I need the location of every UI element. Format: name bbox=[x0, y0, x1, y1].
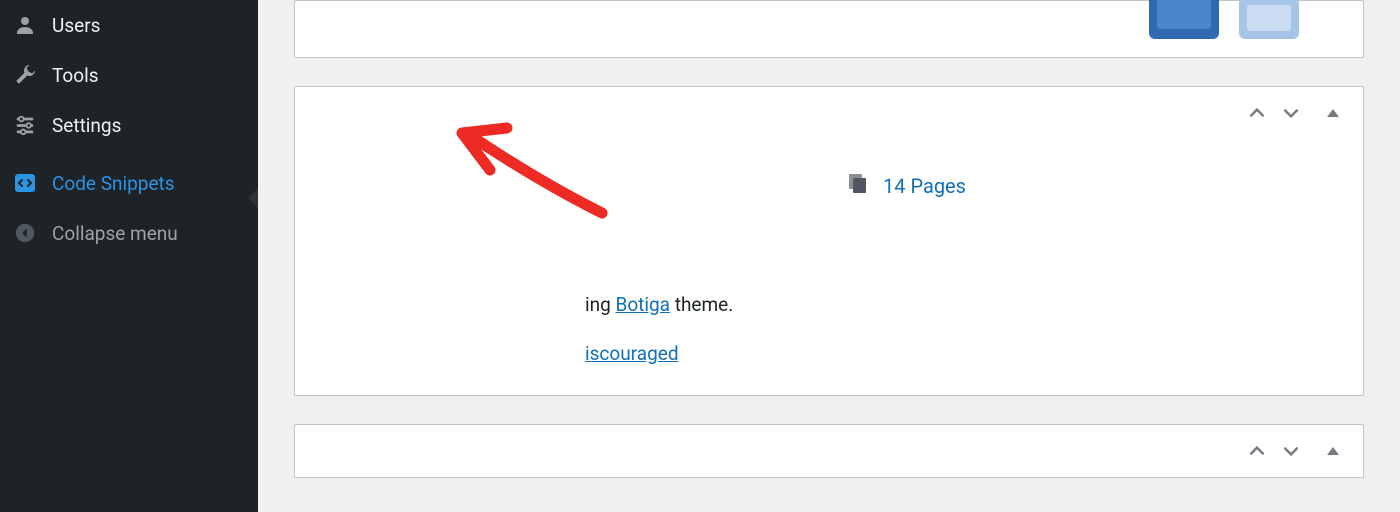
discouraged-link[interactable]: iscouraged bbox=[585, 342, 679, 365]
sidebar-item-label: Code Snippets bbox=[52, 172, 175, 195]
dashboard-panel-bottom bbox=[294, 424, 1364, 478]
sidebar-item-collapse[interactable]: Collapse menu bbox=[0, 208, 258, 258]
wrench-icon bbox=[12, 62, 38, 88]
collapse-icon bbox=[12, 220, 38, 246]
sidebar-item-label: Tools bbox=[52, 64, 99, 87]
admin-sidebar: Users Tools Settings Code Snippets Colla… bbox=[0, 0, 258, 512]
pages-count-link[interactable]: 14 Pages bbox=[883, 174, 966, 198]
theme-link[interactable]: Botiga bbox=[616, 293, 671, 316]
sidebar-item-code-snippets[interactable]: Code Snippets bbox=[0, 158, 258, 208]
user-icon bbox=[12, 12, 38, 38]
pages-icon bbox=[845, 171, 869, 200]
sidebar-item-label: Users bbox=[52, 14, 100, 37]
sidebar-item-label: Collapse menu bbox=[52, 222, 178, 245]
dashboard-panel-top bbox=[294, 0, 1364, 58]
panel-move-up-icon[interactable] bbox=[1247, 103, 1267, 127]
panel-toggle-icon[interactable] bbox=[1325, 443, 1341, 463]
sidebar-item-tools[interactable]: Tools bbox=[0, 50, 258, 100]
panel-move-down-icon[interactable] bbox=[1281, 103, 1301, 127]
panel-move-up-icon[interactable] bbox=[1247, 441, 1267, 465]
welcome-illustration bbox=[1129, 0, 1329, 43]
panel-move-down-icon[interactable] bbox=[1281, 441, 1301, 465]
pages-stat[interactable]: 14 Pages bbox=[845, 171, 1333, 200]
main-content: 14 Pages ing Botiga theme. iscouraged bbox=[258, 0, 1400, 512]
flyout-arrow bbox=[248, 188, 258, 208]
theme-text: ing Botiga theme. bbox=[585, 293, 733, 316]
code-icon bbox=[12, 170, 38, 196]
panel-toggle-icon[interactable] bbox=[1325, 105, 1341, 125]
sliders-icon bbox=[12, 112, 38, 138]
sidebar-item-settings[interactable]: Settings bbox=[0, 100, 258, 150]
sidebar-item-users[interactable]: Users bbox=[0, 0, 258, 50]
sidebar-item-label: Settings bbox=[52, 114, 121, 137]
dashboard-panel-status: 14 Pages ing Botiga theme. iscouraged bbox=[294, 86, 1364, 396]
